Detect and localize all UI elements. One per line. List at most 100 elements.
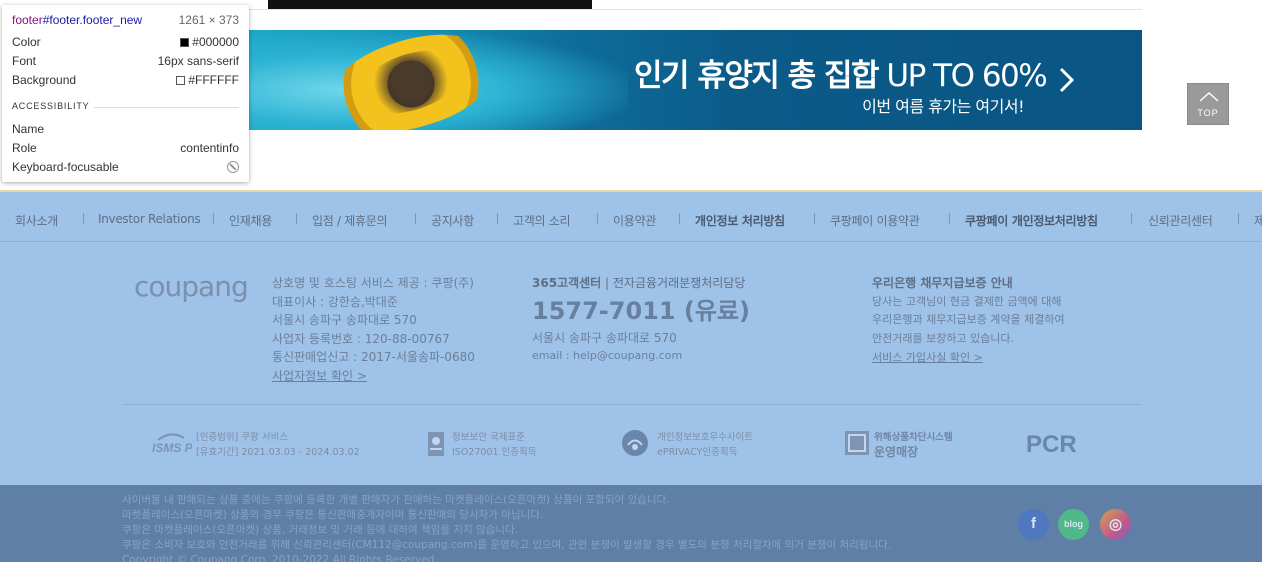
footer-link-more[interactable]: 제 xyxy=(1254,212,1262,229)
eprivacy-seal-icon xyxy=(622,430,648,456)
iso-line: ISO27001 인증획득 xyxy=(452,447,537,458)
promo-banner[interactable]: 인기 휴양지 총 집합 UP TO 60% 이번 여름 휴가는 여기서! xyxy=(248,30,1142,130)
nav-separator xyxy=(679,213,680,224)
tooltip-background-row: Background #FFFFFF xyxy=(12,73,239,87)
top-dark-bar xyxy=(268,0,592,9)
nav-separator xyxy=(415,213,416,224)
iso-certificate-icon xyxy=(428,432,444,456)
footer-link-notice[interactable]: 공지사항 xyxy=(431,212,474,229)
footer-link-voice[interactable]: 고객의 소리 xyxy=(513,212,571,229)
footer-link-careers[interactable]: 인재채용 xyxy=(229,212,272,229)
background-swatch xyxy=(176,76,186,85)
nav-separator xyxy=(1131,213,1132,224)
facebook-icon: f xyxy=(1031,515,1036,532)
bank-guarantee: 우리은행 채무지급보증 안내 당사는 고객님이 현금 결제한 금액에 대해 우리… xyxy=(872,274,1065,368)
nav-separator xyxy=(83,213,84,224)
eprivacy-line: ePRIVACY인증획득 xyxy=(657,447,738,458)
tooltip-selector: footer#footer.footer_new xyxy=(12,13,143,27)
instagram-icon: ◎ xyxy=(1108,516,1123,533)
footer-link-pay-privacy[interactable]: 쿠팡페이 개인정보처리방침 xyxy=(965,212,1098,229)
bank-line: 안전거래를 보장하고 있습니다. xyxy=(872,331,1015,345)
page: 인기 휴양지 총 집합 UP TO 60% 이번 여름 휴가는 여기서! TOP… xyxy=(0,0,1262,562)
company-line: 대표이사 : 강한승,박대준 xyxy=(272,294,398,309)
footer-link-terms[interactable]: 이용약관 xyxy=(613,212,656,229)
not-focusable-icon xyxy=(227,161,239,173)
tooltip-focusable-row: Keyboard-focusable xyxy=(12,160,239,178)
customer-center: 365고객센터 | 전자금융거래분쟁처리담당 1577-7011 (유료) 서울… xyxy=(532,274,750,366)
devtools-inspect-tooltip: footer#footer.footer_new 1261 × 373 Colo… xyxy=(2,5,249,182)
nav-separator xyxy=(814,213,815,224)
instagram-link[interactable]: ◎ xyxy=(1100,509,1131,540)
tooltip-role-row: Role contentinfo xyxy=(12,141,239,155)
disclaimer: 사이버몰 내 판매되는 상품 중에는 쿠팡에 등록한 개별 판매자가 판매하는 … xyxy=(122,493,891,562)
bank-line: 당사는 고객님이 현금 결제한 금액에 대해 xyxy=(872,294,1062,308)
scroll-top-button[interactable]: TOP xyxy=(1187,83,1229,125)
customer-center-heading: 365고객센터 | 전자금융거래분쟁처리담당 xyxy=(532,276,746,290)
eprivacy-text: 개인정보보호우수사이트 ePRIVACY인증획득 xyxy=(657,430,753,460)
footer-divider xyxy=(122,404,1142,405)
disclaimer-line: 쿠팡은 마켓플레이스(오픈마켓) 상품, 거래정보 및 거래 등에 대하여 책임… xyxy=(122,524,519,536)
company-line: 사업자 등록번호 : 120-88-00767 xyxy=(272,331,450,346)
pcr-logo-text: PCR xyxy=(1026,431,1077,458)
company-info: 상호명 및 호스팅 서비스 제공 : 쿠팡(주) 대표이사 : 강한승,박대준 … xyxy=(272,274,475,385)
isms-logo-text: ISMS P xyxy=(152,441,192,455)
bank-line: 우리은행과 채무지급보증 계약을 체결하여 xyxy=(872,313,1065,326)
top-divider xyxy=(248,9,1142,10)
bank-guarantee-link[interactable]: 서비스 가입사실 확인 > xyxy=(872,351,983,364)
blog-link[interactable]: blog xyxy=(1058,509,1089,540)
nav-separator xyxy=(1238,213,1239,224)
tooltip-divider xyxy=(94,107,239,108)
customer-center-phone: 1577-7011 (유료) xyxy=(532,296,751,325)
chevron-right-icon[interactable] xyxy=(1056,66,1078,94)
nav-separator xyxy=(213,213,214,224)
nav-separator xyxy=(949,213,950,224)
footer-link-company[interactable]: 회사소개 xyxy=(15,212,58,229)
footer-link-pay-terms[interactable]: 쿠팡페이 이용약관 xyxy=(830,212,920,229)
blog-icon: blog xyxy=(1064,519,1083,529)
footer-link-trust-center[interactable]: 신뢰관리센터 xyxy=(1148,212,1213,229)
chevron-up-icon xyxy=(1199,92,1219,102)
customer-center-address: 서울시 송파구 송파대로 570 xyxy=(532,330,677,345)
isms-line: [인증범위] 쿠팡 서비스 xyxy=(196,432,289,443)
footer: 회사소개 Investor Relations 인재채용 입점 / 제휴문의 공… xyxy=(0,190,1262,562)
company-line: 상호명 및 호스팅 서비스 제공 : 쿠팡(주) xyxy=(272,276,474,290)
safe-store-icon xyxy=(845,431,869,455)
iso-line: 정보보안 국제표준 xyxy=(452,432,525,443)
disclaimer-line: 마켓플레이스(오픈마켓) 상품의 경우 쿠팡은 통신판매중개자이며 통신판매의 … xyxy=(122,509,544,521)
isms-text: [인증범위] 쿠팡 서비스 [유효기간] 2021.03.03 - 2024.0… xyxy=(196,430,360,460)
footer-link-partnership[interactable]: 입점 / 제휴문의 xyxy=(312,212,388,229)
tooltip-color-row: Color #000000 xyxy=(12,35,239,49)
disclaimer-line: 사이버몰 내 판매되는 상품 중에는 쿠팡에 등록한 개별 판매자가 판매하는 … xyxy=(122,494,670,506)
footer-nav: 회사소개 Investor Relations 인재채용 입점 / 제휴문의 공… xyxy=(0,192,1262,242)
eprivacy-line: 개인정보보호우수사이트 xyxy=(657,432,754,443)
isms-line: [유효기간] 2021.03.03 - 2024.03.02 xyxy=(196,447,360,458)
footer-link-privacy[interactable]: 개인정보 처리방침 xyxy=(695,212,785,229)
tooltip-font-row: Font 16px sans-serif xyxy=(12,54,239,68)
banner-title: 인기 휴양지 총 집합 UP TO 60% xyxy=(634,58,1048,94)
scroll-top-label: TOP xyxy=(1197,108,1219,118)
footer-link-ir[interactable]: Investor Relations xyxy=(98,212,201,226)
nav-separator xyxy=(497,213,498,224)
business-info-link[interactable]: 사업자정보 확인 > xyxy=(272,369,367,383)
nav-separator xyxy=(597,213,598,224)
tooltip-size: 1261 × 373 xyxy=(178,13,239,27)
isms-p-logo-icon: ISMS P xyxy=(152,433,192,455)
safe-store-text: 위해상품차단시스템 운영매장 xyxy=(874,430,953,460)
tooltip-name-row: Name xyxy=(12,122,45,136)
iso-text: 정보보안 국제표준 ISO27001 인증획득 xyxy=(452,430,537,460)
bank-guarantee-heading: 우리은행 채무지급보증 안내 xyxy=(872,276,1013,290)
company-line: 통신판매업신고 : 2017-서울송파-0680 xyxy=(272,350,475,364)
copyright: Copyright © Coupang Corp. 2010-2022 All … xyxy=(122,554,438,562)
banner-subtitle: 이번 여름 휴가는 여기서! xyxy=(862,97,1024,116)
customer-center-email: email : help@coupang.com xyxy=(532,349,683,362)
coupang-logo[interactable]: coupang xyxy=(134,270,249,303)
safe-store-line: 운영매장 xyxy=(874,445,919,459)
safe-store-line: 위해상품차단시스템 xyxy=(874,432,953,443)
color-swatch xyxy=(180,38,190,47)
pcr-logo-icon: PCR xyxy=(1026,431,1077,458)
footer-bottom: 사이버몰 내 판매되는 상품 중에는 쿠팡에 등록한 개별 판매자가 판매하는 … xyxy=(0,485,1262,562)
facebook-link[interactable]: f xyxy=(1018,509,1049,540)
tooltip-accessibility-heading: ACCESSIBILITY xyxy=(12,101,90,111)
disclaimer-line: 쿠팡은 소비자 보호와 안전거래를 위해 신뢰관리센터(CM112@coupan… xyxy=(122,539,892,551)
nav-separator xyxy=(296,213,297,224)
